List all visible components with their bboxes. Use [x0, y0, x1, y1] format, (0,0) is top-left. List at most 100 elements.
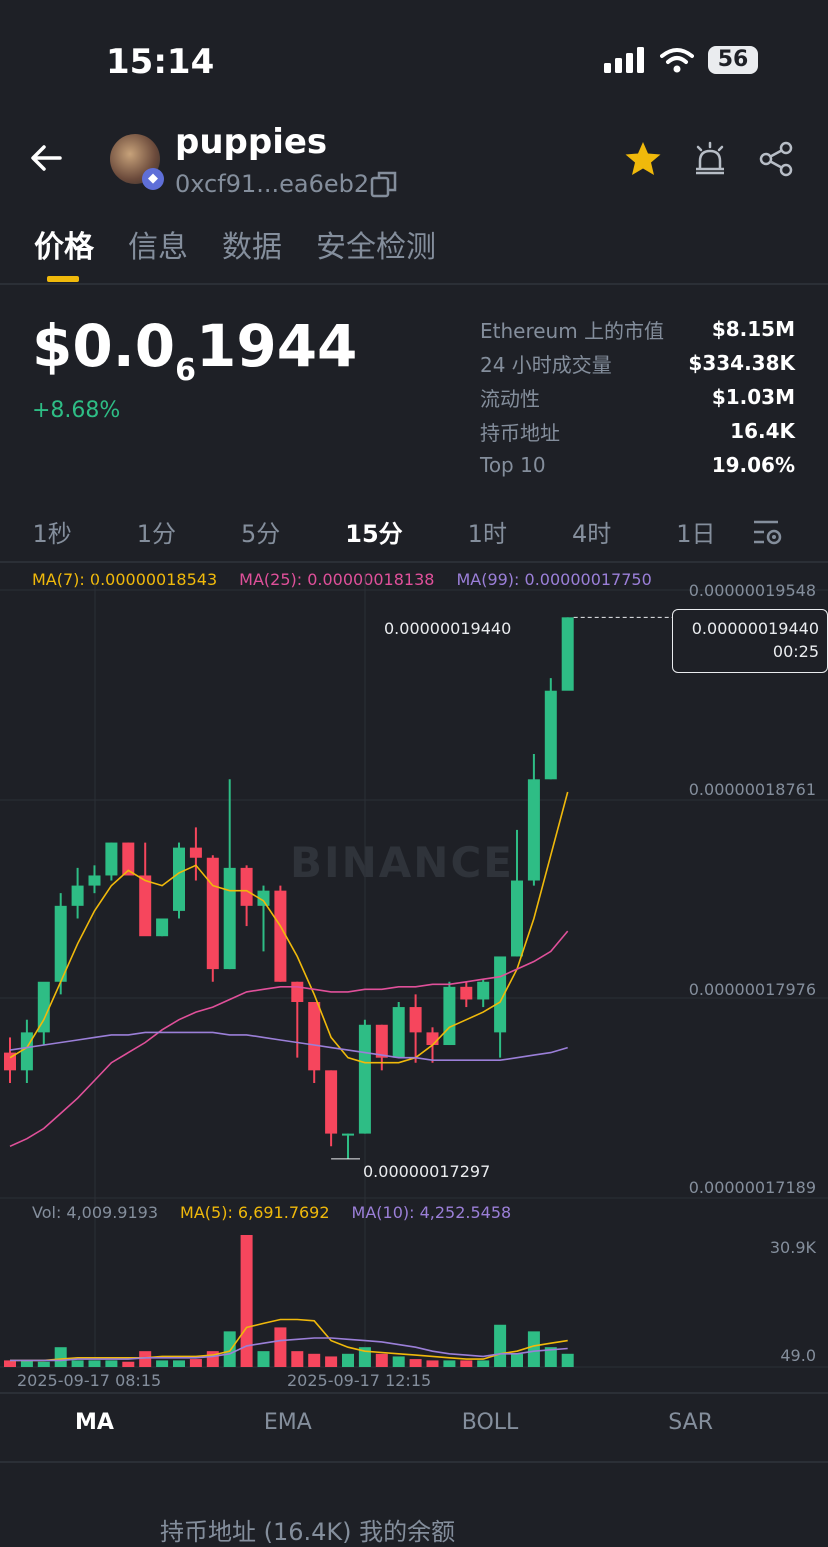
candle-body — [173, 847, 185, 911]
candle-body — [308, 1002, 321, 1071]
candle-body — [460, 986, 473, 1000]
candle-body — [71, 885, 84, 906]
volume-bar — [527, 1331, 540, 1367]
stat-liquidity: 流动性 $1.03M — [480, 380, 795, 414]
chart-top-divider — [0, 561, 828, 563]
interval-1m[interactable]: 1分 — [137, 514, 176, 549]
volume-bar — [105, 1360, 118, 1367]
candle-body — [274, 890, 287, 982]
stat-market-cap: Ethereum 上的市值 $8.15M — [480, 312, 795, 346]
interval-1s[interactable]: 1秒 — [32, 514, 71, 549]
indicator-tabs: MA EMA BOLL SAR — [0, 1410, 828, 1435]
candle-body — [375, 1024, 388, 1058]
candle-body — [325, 1070, 338, 1134]
interval-1d[interactable]: 1日 — [676, 514, 715, 549]
share-icon[interactable] — [758, 141, 794, 177]
candle-body — [527, 779, 540, 881]
candle-body — [392, 1007, 405, 1058]
ma25-line — [9, 930, 569, 1148]
price-prefix: $0.0 — [32, 312, 176, 380]
favorite-star-icon[interactable] — [624, 140, 662, 178]
candle-body — [88, 875, 101, 886]
tab-data[interactable]: 数据 — [222, 222, 282, 266]
ma7-line — [9, 791, 569, 1064]
candle-body — [409, 1007, 422, 1033]
token-address: 0xcf91...ea6eb2 — [175, 170, 370, 198]
volume-bar — [308, 1353, 321, 1367]
price-zero-count: 6 — [175, 353, 196, 388]
volume-bar — [426, 1360, 439, 1367]
back-button[interactable] — [28, 140, 64, 180]
candle-body — [511, 880, 523, 957]
interval-4h[interactable]: 4时 — [572, 514, 611, 549]
interval-15m[interactable]: 15分 — [345, 514, 402, 549]
stat-value: $334.38K — [688, 351, 795, 375]
ethereum-icon: ◆ — [142, 168, 164, 190]
indicator-ma[interactable]: MA — [75, 1410, 114, 1435]
tab-security[interactable]: 安全检测 — [316, 222, 436, 266]
stat-label: Ethereum 上的市值 — [480, 318, 665, 343]
candle-body — [443, 986, 456, 1046]
candle-body — [477, 981, 490, 1000]
volume-bar — [257, 1351, 270, 1367]
candle-body — [105, 842, 118, 876]
holders-tab-partial[interactable]: 持币地址 (16.4K) 我的余额 — [160, 1512, 455, 1547]
stat-label: 持币地址 — [480, 420, 560, 445]
volume-bar — [189, 1359, 202, 1367]
candle-body — [426, 1032, 439, 1046]
candle-body — [291, 981, 304, 1003]
candle-countdown: 00:25 — [772, 642, 819, 661]
candle-body — [240, 867, 253, 906]
main-tabs: 价格 信息 数据 安全检测 — [34, 222, 436, 266]
candle-body — [20, 1032, 33, 1071]
price-axis-label: 0.00000019548 — [688, 581, 816, 600]
copy-address-button[interactable] — [370, 170, 398, 202]
volume-bar — [291, 1351, 304, 1367]
time-axis-label: 2025-09-17 12:15 — [287, 1371, 432, 1390]
price-digits: 1944 — [195, 312, 358, 380]
volume-bar — [561, 1353, 574, 1367]
volume-bar — [4, 1360, 16, 1367]
time-axis-label: 2025-09-17 08:15 — [17, 1371, 162, 1390]
volume-bar — [477, 1360, 490, 1367]
volume-bar — [20, 1360, 33, 1367]
stat-24h-volume: 24 小时成交量 $334.38K — [480, 346, 795, 380]
indicator-ema[interactable]: EMA — [264, 1410, 312, 1435]
stat-value: $8.15M — [711, 317, 795, 341]
candle-body — [189, 847, 202, 858]
volume-label: Vol: 4,009.9193 — [32, 1203, 159, 1222]
ma99-line — [9, 1031, 568, 1061]
volume-bar — [409, 1359, 422, 1367]
tab-price[interactable]: 价格 — [34, 222, 94, 266]
high-price-label: 0.00000019440 — [384, 619, 512, 638]
candle-body — [37, 981, 50, 1033]
tab-info[interactable]: 信息 — [128, 222, 188, 266]
volume-bar — [122, 1361, 135, 1367]
price-change: +8.68% — [32, 398, 121, 423]
chart-settings-button[interactable] — [752, 516, 784, 552]
volume-bar — [443, 1360, 456, 1367]
volume-bar — [511, 1353, 523, 1367]
current-price-tag: 0.00000019440 00:25 — [672, 609, 828, 673]
active-tab-indicator — [47, 276, 79, 282]
volume-bar — [460, 1360, 473, 1367]
price-axis-label: 0.00000018761 — [688, 780, 816, 799]
back-arrow-icon — [31, 145, 62, 171]
interval-5m[interactable]: 5分 — [241, 514, 280, 549]
volume-bar — [71, 1360, 84, 1367]
stats-panel: Ethereum 上的市值 $8.15M 24 小时成交量 $334.38K 流… — [480, 312, 795, 482]
tabs-divider — [0, 283, 828, 285]
price-alert-icon[interactable] — [692, 141, 728, 177]
volume-legend: Vol: 4,009.9193 MA(5): 6,691.7692 MA(10)… — [32, 1203, 511, 1222]
interval-1h[interactable]: 1时 — [468, 514, 507, 549]
token-name: puppies — [175, 122, 328, 162]
volume-bar — [274, 1327, 287, 1367]
indicator-sar[interactable]: SAR — [668, 1410, 713, 1435]
candle-body — [206, 857, 219, 970]
volume-bar — [54, 1347, 67, 1367]
stat-top10: Top 10 19.06% — [480, 448, 795, 482]
stat-value: 19.06% — [711, 453, 795, 477]
low-price-label: 0.00000017297 — [363, 1162, 491, 1181]
indicator-boll[interactable]: BOLL — [462, 1410, 519, 1435]
volume-bar — [156, 1360, 169, 1367]
